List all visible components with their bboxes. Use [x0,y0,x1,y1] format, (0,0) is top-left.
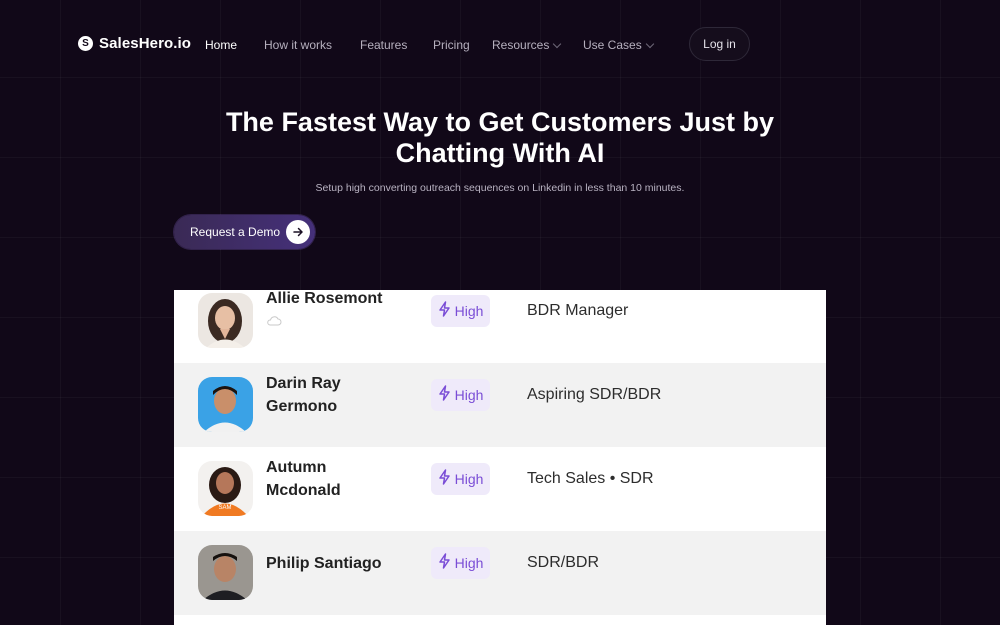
request-demo-button[interactable]: Request a Demo [174,215,315,249]
priority-badge: High [431,547,490,579]
chevron-down-icon [553,39,562,48]
nav-resources[interactable]: Resources [492,38,562,52]
request-demo-label: Request a Demo [190,225,281,239]
chevron-down-icon [645,39,654,48]
avatar [198,545,253,600]
login-button[interactable]: Log in [689,27,750,61]
nav-use-cases[interactable]: Use Cases [583,38,654,52]
svg-text:SAM: SAM [218,505,231,511]
priority-label: High [454,471,484,487]
lead-role: BDR Manager [527,302,629,319]
nav-how-it-works[interactable]: How it works [264,38,332,52]
lightning-icon [438,552,451,574]
nav-pricing-label: Pricing [433,38,470,52]
avatar [198,293,253,348]
top-nav: S SalesHero.io Home How it works Feature… [0,27,1000,63]
priority-badge: High [431,379,490,411]
lead-name: Autumn Mcdonald [266,459,341,499]
nav-home-label: Home [205,38,238,52]
leads-table: Allie Rosemont High BDR Manager Darin Ra… [174,290,826,625]
table-row[interactable]: SAM Autumn Mcdonald High Tech Sales • SD… [174,447,826,531]
nav-features[interactable]: Features [360,38,407,52]
brand-name: SalesHero.io [99,35,192,52]
priority-badge: High [431,295,490,327]
cloud-icon [266,313,282,331]
hero-title-line2: Chatting With AI [395,138,605,168]
avatar [198,377,253,432]
lightning-icon [438,300,451,322]
nav-how-it-works-label: How it works [264,38,333,52]
priority-label: High [454,303,484,319]
table-row[interactable]: Philip Santiago High SDR/BDR [174,531,826,615]
lead-role: Aspiring SDR/BDR [527,386,662,403]
nav-use-cases-label: Use Cases [583,38,642,52]
lead-role: Tech Sales • SDR [527,470,654,487]
priority-label: High [454,387,484,403]
lightning-icon [438,468,451,490]
nav-home[interactable]: Home [205,38,237,52]
arrow-right-icon [286,220,310,244]
hero-title-line1: The Fastest Way to Get Customers Just by [225,107,775,137]
avatar: SAM [198,461,253,516]
brand[interactable]: S SalesHero.io [78,35,191,52]
hero-title: The Fastest Way to Get Customers Just by… [0,107,1000,169]
hero-subtitle: Setup high converting outreach sequences… [315,182,685,194]
lightning-icon [438,384,451,406]
priority-label: High [454,555,484,571]
table-row[interactable]: Darin Ray Germono High Aspiring SDR/BDR [174,363,826,447]
lead-role: SDR/BDR [527,554,600,571]
brand-logo-icon: S [78,36,93,51]
lead-name: Philip Santiago [266,555,382,572]
table-row[interactable]: Allie Rosemont High BDR Manager [174,290,826,364]
priority-badge: High [431,463,490,495]
lead-name: Darin Ray Germono [266,375,341,415]
nav-features-label: Features [360,38,408,52]
lead-name: Allie Rosemont [266,290,383,307]
nav-pricing[interactable]: Pricing [433,38,470,52]
nav-resources-label: Resources [492,38,550,52]
